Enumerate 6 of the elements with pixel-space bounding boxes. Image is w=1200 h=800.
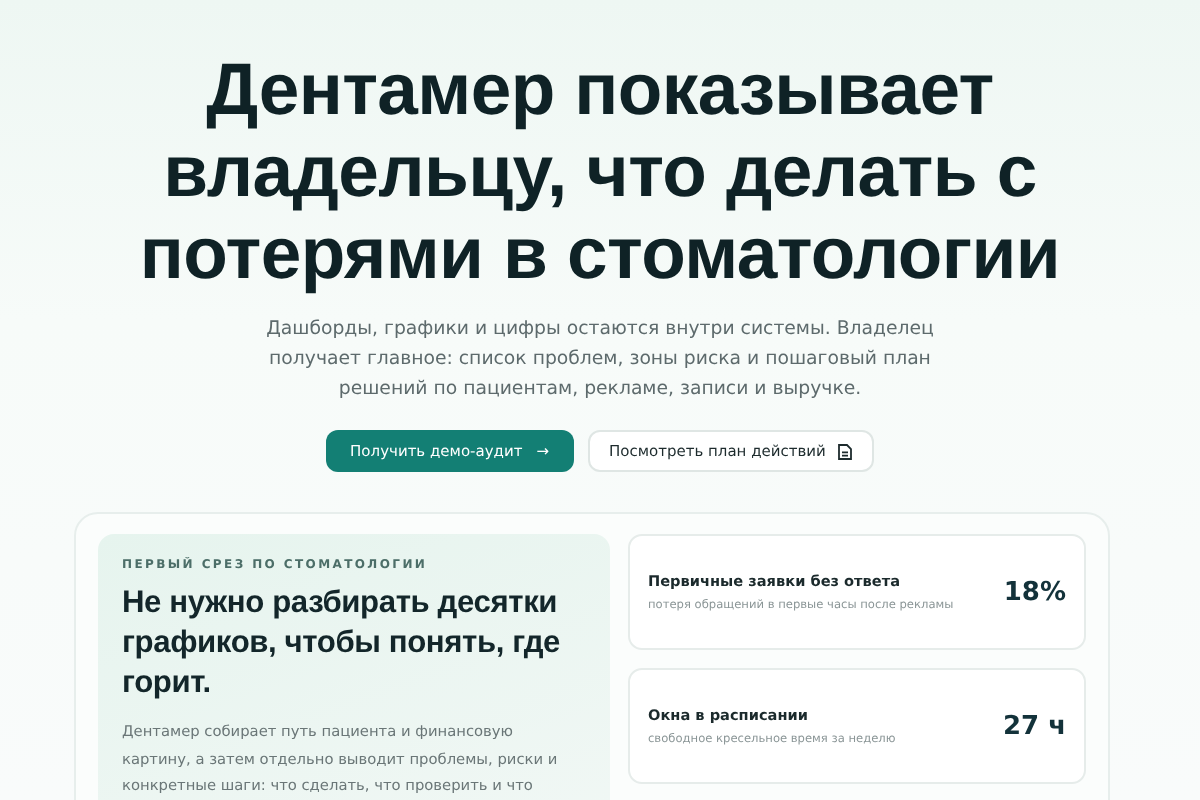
document-icon (837, 443, 852, 459)
hero-subtitle: Дашборды, графики и цифры остаются внутри системы. Владелец получает главное: список проблем, зоны риска и пошаговый план решений по пациентам, рекламе, записи и выручке. (264, 316, 936, 404)
metric-value: 18% (1003, 577, 1066, 607)
metric-value: 27 ч (1002, 711, 1066, 741)
hero-title: Дентамер показывает владельцу, что делать с потерями в стоматологии (137, 48, 1063, 294)
panel-heading: Не нужно разбирать десятки графиков, чтобы понять, где горит. (122, 584, 563, 704)
